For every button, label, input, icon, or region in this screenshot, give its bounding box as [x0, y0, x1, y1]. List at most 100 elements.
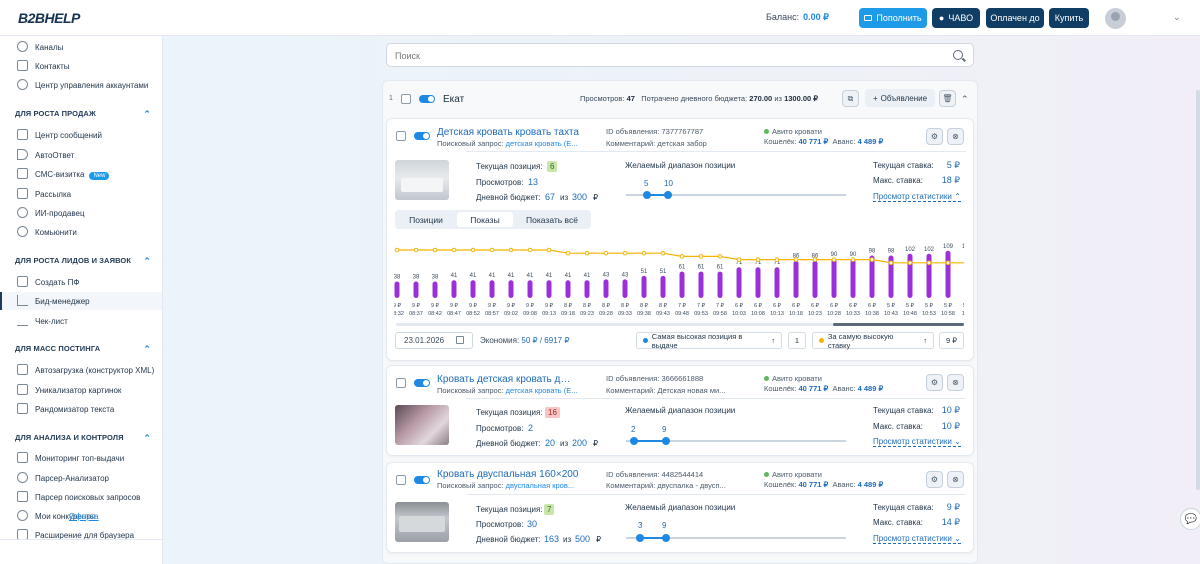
sidebar-item-checklist[interactable]: Чек-лист [0, 312, 162, 330]
close-button[interactable]: ⊗ [947, 374, 964, 391]
ad-title[interactable]: Кровать детская кровать диван [437, 374, 575, 385]
ad-thumbnail[interactable] [395, 405, 449, 445]
ad-title[interactable]: Кровать двуспальная 160×200 [437, 469, 578, 480]
chevron-down-icon[interactable]: ⌄ [1173, 12, 1181, 23]
chart-scroll-thumb[interactable] [833, 323, 964, 326]
x-tick-label: 10:18 [789, 311, 803, 317]
tab-positions[interactable]: Позиции [397, 212, 455, 227]
copy-group-button[interactable]: ⧉ [842, 90, 859, 107]
sidebar-item-label: Рассылка [35, 189, 72, 199]
bar [717, 271, 723, 298]
avatar[interactable] [1105, 8, 1126, 29]
id-value: 7377767787 [661, 127, 704, 136]
sidebar-item-ai-seller[interactable]: ИИ-продавец [0, 204, 162, 222]
id-value: 4482544414 [661, 470, 704, 479]
wallet-label: Кошелёк: [764, 137, 797, 146]
page-scrollbar[interactable] [1196, 90, 1200, 490]
date-picker[interactable]: 23.01.2026 [395, 332, 473, 349]
sidebar-item-community[interactable]: Комьюнити [0, 223, 162, 241]
stats-link[interactable]: Просмотр статистики ⌄ [873, 534, 961, 544]
logo[interactable]: B2BHELP [18, 10, 80, 26]
query-label: Поисковый запрос: [437, 386, 504, 395]
sidebar-item-mailing[interactable]: Рассылка [0, 185, 162, 203]
slider-max-handle[interactable] [662, 534, 670, 542]
support-chat-button[interactable]: 💬 [1180, 508, 1200, 530]
group-views-value: 47 [626, 94, 635, 103]
position-range-slider[interactable] [626, 191, 846, 199]
paid-until-button[interactable]: Оплачен до [986, 8, 1044, 28]
settings-button[interactable]: ⚙ [926, 128, 943, 145]
buy-button[interactable]: Купить [1049, 8, 1089, 28]
oferta-link[interactable]: Оферта [69, 512, 99, 521]
faq-button[interactable]: ● ЧАВО [932, 8, 980, 28]
ad-checkbox[interactable] [396, 131, 406, 141]
chevron-down-icon: ⌄ [954, 437, 961, 446]
ad-query: Поисковый запрос: двуспальная кров... [437, 481, 574, 490]
query-value[interactable]: двуспальная кров... [506, 481, 574, 490]
position-range-slider[interactable] [626, 534, 846, 542]
views-value: 13 [528, 177, 539, 187]
sidebar-item-search-parser[interactable]: Парсер поисковых запросов [0, 488, 162, 506]
close-button[interactable]: ⊗ [947, 471, 964, 488]
ad-toggle[interactable] [414, 132, 430, 140]
query-value[interactable]: детская кровать (Е... [506, 139, 578, 148]
stats-link[interactable]: Просмотр статистики ⌃ [873, 192, 961, 202]
ad-thumbnail[interactable] [395, 502, 449, 542]
group-stats: Просмотров: 47 Потрачено дневного бюджет… [580, 94, 818, 103]
chevron-up-icon[interactable]: ⌃ [961, 94, 969, 105]
sidebar-item-text-randomizer[interactable]: Рандомизатор текста [0, 400, 162, 418]
topup-button[interactable]: Пополнить [859, 8, 927, 28]
group-checkbox[interactable] [401, 94, 411, 104]
slider-min-handle[interactable] [630, 437, 638, 445]
sidebar-item-autoreply[interactable]: АвтоОтвет [0, 146, 162, 164]
sidebar-item-contacts[interactable]: Контакты [0, 57, 162, 75]
sidebar-item-browser-extension[interactable]: Расширение для браузера [0, 526, 162, 544]
sidebar-group-mass-posting[interactable]: ДЛЯ МАСС ПОСТИНГА ⌃ [15, 344, 155, 354]
sidebar-item-label: Мониторинг топ-выдачи [35, 453, 125, 463]
group-toggle[interactable] [419, 95, 435, 103]
sidebar-item-bid-manager[interactable]: Бид-менеджер [0, 292, 162, 310]
sidebar-item-label: Центр сообщений [35, 130, 102, 140]
sidebar-item-top-monitoring[interactable]: Мониторинг топ-выдачи [0, 449, 162, 467]
search-input[interactable] [395, 49, 935, 63]
slider-min-handle[interactable] [643, 191, 651, 199]
sidebar-group-sales[interactable]: ДЛЯ РОСТА ПРОДАЖ ⌃ [15, 109, 155, 119]
delete-group-button[interactable]: 🗑 [939, 90, 956, 107]
sidebar-group-analysis[interactable]: ДЛЯ АНАЛИЗА И КОНТРОЛЯ ⌃ [15, 433, 155, 443]
ad-thumbnail[interactable] [395, 160, 449, 200]
search-icon[interactable] [953, 50, 963, 60]
add-ad-button[interactable]: + Объявление [865, 89, 935, 107]
settings-button[interactable]: ⚙ [926, 374, 943, 391]
ad-checkbox[interactable] [396, 378, 406, 388]
stats-link[interactable]: Просмотр статистики ⌄ [873, 437, 961, 447]
chart-scrollbar[interactable] [396, 323, 964, 326]
query-value[interactable]: детская кровать (Е... [506, 386, 578, 395]
rate-tick-label: 8 ₽ [564, 302, 573, 309]
sidebar-item-image-uniquer[interactable]: Уникализатор картинок [0, 381, 162, 399]
sidebar-item-parser-analyzer[interactable]: Парсер-Анализатор [0, 469, 162, 487]
close-button[interactable]: ⊗ [947, 128, 964, 145]
position-range-slider[interactable] [626, 437, 846, 445]
ad-toggle[interactable] [414, 379, 430, 387]
sidebar-item-message-center[interactable]: Центр сообщений [0, 126, 162, 144]
slider-min-handle[interactable] [636, 534, 644, 542]
ad-toggle[interactable] [414, 476, 430, 484]
search-bar[interactable] [386, 43, 974, 67]
max-rate-label: Макс. ставка: [873, 518, 923, 527]
sidebar-item-sms-card[interactable]: СМС-визитка New [0, 165, 162, 183]
sidebar-item-account-control[interactable]: Центр управления аккаунтами [0, 76, 162, 94]
tab-show-all[interactable]: Показать всё [515, 212, 589, 227]
tab-impressions[interactable]: Показы [457, 212, 513, 227]
slider-max-handle[interactable] [664, 191, 672, 199]
ad-checkbox[interactable] [396, 475, 406, 485]
bar-value-label: 90 [850, 252, 857, 258]
ad-title[interactable]: Детская кровать кровать тахта [437, 127, 579, 138]
sidebar-group-leads[interactable]: ДЛЯ РОСТА ЛИДОВ И ЗАЯВОК ⌃ [15, 256, 155, 266]
rate-point [584, 250, 590, 256]
sidebar-item-channels[interactable]: Каналы [0, 38, 162, 56]
sidebar-item-create-pf[interactable]: Создать ПФ [0, 273, 162, 291]
slider-max-handle[interactable] [662, 437, 670, 445]
sidebar-item-autoload[interactable]: Автозагрузка (конструктор XML) [0, 361, 162, 379]
impressions-chart[interactable]: 38 9 ₽ 08:32 38 9 ₽ 08:37 38 9 ₽ 08:42 41 9 ₽ 08:47… [394, 238, 964, 324]
settings-button[interactable]: ⚙ [926, 471, 943, 488]
